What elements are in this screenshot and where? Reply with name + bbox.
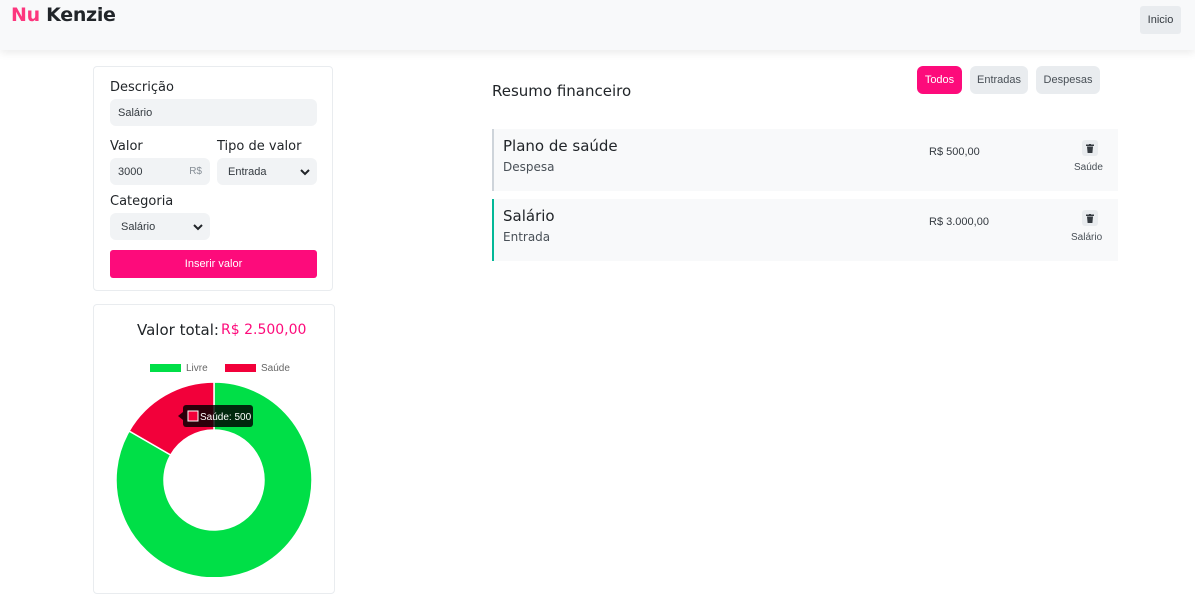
transaction-type: Despesa (503, 160, 555, 174)
currency-suffix: R$ (189, 166, 202, 177)
delete-button[interactable] (1082, 210, 1098, 226)
logo-text: Kenzie (46, 4, 116, 26)
legend-swatch (225, 364, 256, 372)
home-button[interactable]: Inicio (1140, 6, 1181, 34)
chevron-down-icon (193, 224, 203, 231)
filter-despesas[interactable]: Despesas (1036, 66, 1100, 94)
chevron-down-icon (300, 169, 310, 176)
transaction-amount: R$ 500,00 (929, 146, 980, 158)
logo-accent: Nu (11, 4, 40, 26)
value-amount: 3000 (118, 165, 143, 178)
transaction-category: Saúde (1074, 162, 1103, 173)
transaction-card: Salário Entrada R$ 3.000,00 Salário (492, 199, 1118, 261)
value-input[interactable]: 3000 R$ (110, 158, 210, 185)
transaction-category: Salário (1071, 232, 1103, 243)
trash-icon (1086, 143, 1094, 153)
donut-chart: Livre Saúde Saúde: 500 (115, 363, 313, 577)
transaction-type: Entrada (503, 230, 551, 244)
tooltip-swatch (187, 410, 199, 422)
transaction-name: Salário (503, 207, 555, 225)
transaction-amount: R$ 3.000,00 (929, 216, 989, 228)
filter-entradas[interactable]: Entradas (970, 66, 1028, 94)
type-select[interactable]: Entrada (217, 158, 317, 185)
trash-icon (1086, 213, 1094, 223)
type-label: Tipo de valor (217, 139, 302, 154)
filter-todos[interactable]: Todos (917, 66, 962, 94)
tooltip-text: Saúde: 500 (200, 412, 252, 423)
chart-card: Valor total: R$ 2.500,00 Livre Saúde Saúd… (93, 304, 335, 594)
description-label: Descrição (110, 80, 174, 95)
type-selected: Entrada (228, 165, 267, 178)
transaction-name: Plano de saúde (503, 137, 618, 155)
summary-title: Resumo financeiro (492, 82, 632, 100)
legend-swatch (150, 364, 181, 372)
category-select[interactable]: Salário (110, 213, 210, 240)
entry-form: Descrição Salário Valor 3000 R$ Tipo de … (93, 66, 333, 291)
legend-label[interactable]: Livre (186, 363, 208, 374)
logo: Nu Kenzie (11, 4, 116, 26)
delete-button[interactable] (1082, 140, 1098, 156)
insert-value-button[interactable]: Inserir valor (110, 250, 317, 278)
description-value: Salário (118, 106, 153, 119)
description-input[interactable]: Salário (110, 99, 317, 126)
category-label: Categoria (110, 194, 174, 209)
app-header: Nu Kenzie Inicio (0, 0, 1195, 50)
value-label: Valor (110, 139, 143, 154)
legend-label[interactable]: Saúde (261, 363, 290, 374)
transaction-card: Plano de saúde Despesa R$ 500,00 Saúde (492, 129, 1118, 191)
category-selected: Salário (121, 220, 156, 233)
